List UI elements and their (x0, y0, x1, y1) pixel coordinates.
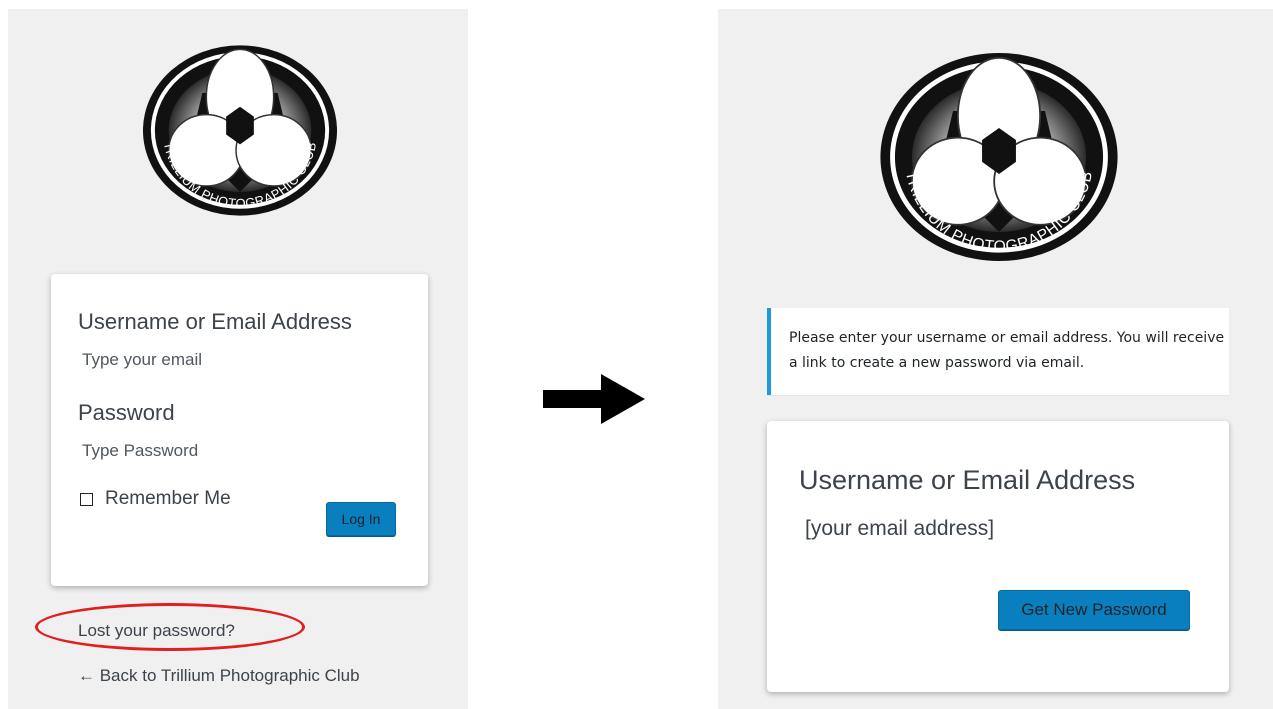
reset-instructions-text: Please enter your username or email addr… (789, 330, 1225, 371)
reset-form-card: Username or Email Address Get New Passwo… (767, 421, 1229, 692)
club-logo-icon: TRILLIUM PHOTOGRAPHIC CLUB (142, 45, 338, 216)
club-logo[interactable]: TRILLIUM PHOTOGRAPHIC CLUB (141, 43, 339, 218)
remember-me-label: Remember Me (105, 488, 231, 509)
club-logo-icon: TRILLIUM PHOTOGRAPHIC CLUB (880, 52, 1118, 262)
login-button[interactable]: Log In (326, 502, 396, 536)
club-logo[interactable]: TRILLIUM PHOTOGRAPHIC CLUB (878, 50, 1120, 264)
right-arrow-icon (543, 374, 645, 424)
remember-me-checkbox[interactable]: Remember Me (80, 488, 231, 510)
back-to-site-link[interactable]: ← Back to Trillium Photographic Club (78, 666, 360, 686)
password-input[interactable] (82, 439, 402, 463)
reset-instructions-message: Please enter your username or email addr… (767, 308, 1229, 395)
highlight-ellipse (35, 603, 305, 651)
login-form-card: Username or Email Address Password Remem… (51, 274, 428, 586)
reset-username-label: Username or Email Address (799, 465, 1136, 495)
checkbox-icon[interactable] (80, 492, 93, 506)
reset-username-input[interactable] (805, 514, 1195, 544)
username-label: Username or Email Address (78, 309, 352, 334)
get-new-password-button[interactable]: Get New Password (998, 590, 1190, 630)
password-label: Password (78, 400, 175, 425)
username-input[interactable] (82, 348, 402, 372)
